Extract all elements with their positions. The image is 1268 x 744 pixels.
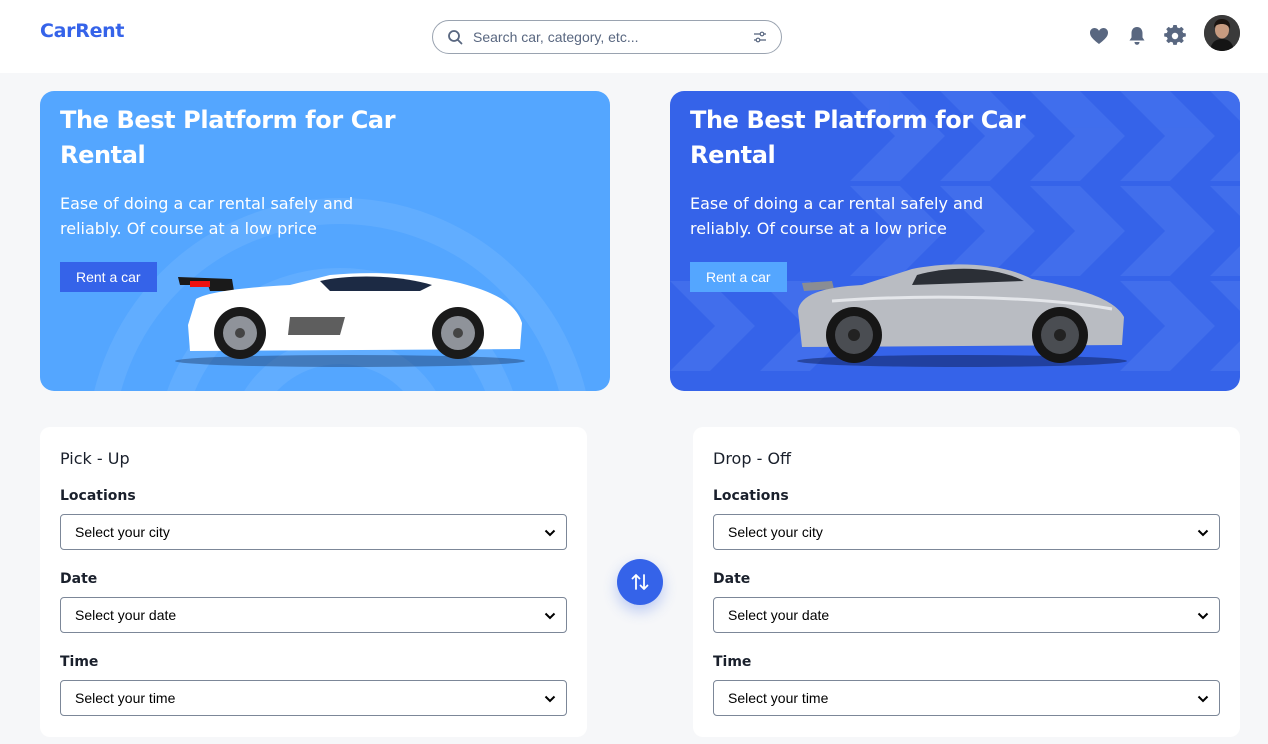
swap-locations-button[interactable]: [617, 559, 663, 605]
rent-car-button-2[interactable]: Rent a car: [690, 262, 787, 292]
avatar[interactable]: [1204, 15, 1240, 51]
chevron-down-icon: [1197, 695, 1209, 703]
banner-2-description: Ease of doing a car rental safely and re…: [690, 194, 984, 238]
banner-2-title: The Best Platform for Car Rental: [690, 106, 1026, 169]
chevron-down-icon: [544, 695, 556, 703]
chevron-down-icon: [544, 612, 556, 620]
pickup-date-value: Select your date: [75, 607, 177, 623]
bell-icon[interactable]: [1126, 25, 1148, 47]
chevron-down-icon: [1197, 612, 1209, 620]
dropoff-time-label: Time: [713, 654, 752, 670]
avatar-image: [1204, 15, 1240, 51]
dropoff-time-value: Select your time: [728, 690, 829, 706]
pickup-time-label: Time: [60, 654, 99, 670]
promo-banner-1: The Best Platform for Car Rental Ease of…: [40, 91, 610, 391]
dropoff-location-value: Select your city: [728, 524, 823, 540]
silver-sports-car-image: [797, 264, 1127, 367]
heart-icon[interactable]: [1088, 25, 1110, 47]
dropoff-location-select[interactable]: Select your city: [713, 514, 1220, 550]
dropoff-form: Drop - Off Locations Select your city Da…: [693, 427, 1240, 737]
dropoff-location-label: Locations: [713, 488, 789, 504]
banner-1-title: The Best Platform for Car Rental: [60, 106, 396, 169]
gear-icon[interactable]: [1164, 25, 1186, 47]
pickup-date-label: Date: [60, 571, 98, 587]
pickup-location-value: Select your city: [75, 524, 170, 540]
dropoff-date-select[interactable]: Select your date: [713, 597, 1220, 633]
filter-icon[interactable]: [753, 30, 767, 44]
white-race-car-image: [175, 273, 525, 367]
pickup-title: Pick - Up: [60, 449, 130, 468]
rent-car-button-1[interactable]: Rent a car: [60, 262, 157, 292]
dropoff-time-select[interactable]: Select your time: [713, 680, 1220, 716]
promo-banner-2: The Best Platform for Car Rental Ease of…: [670, 91, 1240, 391]
pickup-date-select[interactable]: Select your date: [60, 597, 567, 633]
search-icon: [448, 30, 463, 45]
dropoff-date-label: Date: [713, 571, 751, 587]
pickup-form: Pick - Up Locations Select your city Dat…: [40, 427, 587, 737]
swap-arrows-icon: [631, 574, 649, 590]
top-navbar: CarRent Search car, category, etc...: [0, 0, 1268, 73]
pickup-time-value: Select your time: [75, 690, 176, 706]
search-input[interactable]: Search car, category, etc...: [473, 29, 638, 45]
pickup-time-select[interactable]: Select your time: [60, 680, 567, 716]
banner-1-description: Ease of doing a car rental safely and re…: [60, 194, 354, 238]
search-bar[interactable]: Search car, category, etc...: [432, 20, 782, 54]
logo[interactable]: CarRent: [40, 20, 124, 42]
dropoff-title: Drop - Off: [713, 449, 792, 468]
pickup-location-select[interactable]: Select your city: [60, 514, 567, 550]
chevron-down-icon: [544, 529, 556, 537]
dropoff-date-value: Select your date: [728, 607, 830, 623]
pickup-location-label: Locations: [60, 488, 136, 504]
chevron-down-icon: [1197, 529, 1209, 537]
